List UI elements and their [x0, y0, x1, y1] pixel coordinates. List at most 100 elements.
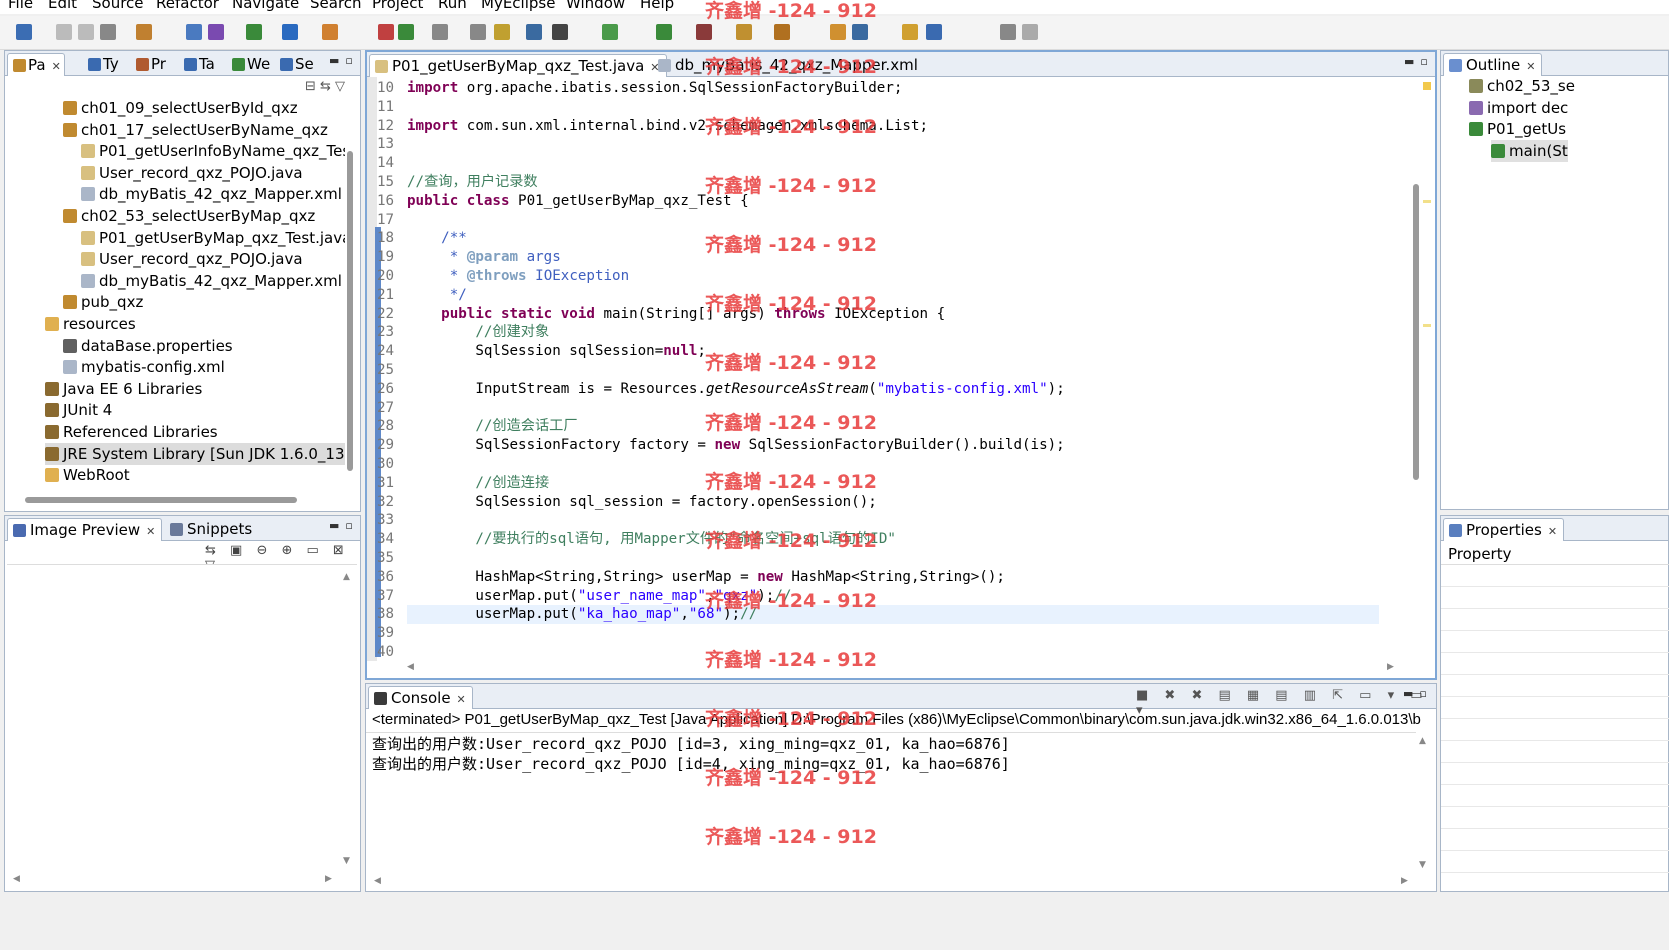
collapse-all-icon[interactable]: ⊟ ⇆ ▽	[305, 79, 345, 94]
toolbar-button-icon[interactable]	[1000, 24, 1016, 40]
tab-properties[interactable]: Properties ✕	[1443, 518, 1565, 541]
menu-run[interactable]: Run	[438, 0, 467, 12]
toolbar-button-icon[interactable]	[78, 24, 94, 40]
code-line[interactable]: * @throws IOException	[407, 267, 629, 286]
tree-item[interactable]: ch01_17_selectUserByName_qxz	[63, 119, 328, 141]
close-icon[interactable]: ✕	[457, 693, 466, 706]
toolbar-button-icon[interactable]	[736, 24, 752, 40]
toolbar-button-icon[interactable]	[246, 24, 262, 40]
tree-item[interactable]: ch01_09_selectUserById_qxz	[63, 97, 298, 119]
toolbar-button-icon[interactable]	[100, 24, 116, 40]
toolbar-button-icon[interactable]	[322, 24, 338, 40]
code-line[interactable]: public class P01_getUserByMap_qxz_Test {	[407, 192, 749, 211]
code-line[interactable]: //创造会话工厂	[407, 417, 577, 436]
menu-project[interactable]: Project	[372, 0, 423, 12]
toolbar-button-icon[interactable]	[830, 24, 846, 40]
toolbar-button-icon[interactable]	[494, 24, 510, 40]
tree-item[interactable]: Java EE 6 Libraries	[45, 378, 202, 400]
tab-ta[interactable]: Ta	[179, 53, 218, 76]
scroll-left-icon[interactable]: ◀	[407, 662, 414, 672]
toolbar-button-icon[interactable]	[432, 24, 448, 40]
menu-window[interactable]: Window	[566, 0, 625, 12]
scroll-up-icon[interactable]: ▲	[1419, 736, 1426, 746]
overview-marker[interactable]	[1423, 324, 1431, 327]
menu-source[interactable]: Source	[92, 0, 144, 12]
tab-we[interactable]: We	[227, 53, 273, 76]
tab-snippets[interactable]: Snippets	[165, 518, 258, 541]
scroll-left-icon[interactable]: ◀	[13, 874, 20, 884]
tree-item[interactable]: P01_getUserInfoByName_qxz_Test.	[81, 140, 345, 162]
code-line[interactable]: * @param args	[407, 248, 561, 267]
code-line[interactable]: SqlSession sql_session = factory.openSes…	[407, 493, 876, 512]
minimize-maximize-icons[interactable]: ▬▫	[329, 54, 359, 67]
toolbar-button-icon[interactable]	[852, 24, 868, 40]
code-line[interactable]: /**	[407, 229, 467, 248]
menu-refactor[interactable]: Refactor	[156, 0, 219, 12]
toolbar-button-icon[interactable]	[16, 24, 32, 40]
warning-overview-marker[interactable]	[1423, 82, 1431, 90]
toolbar-button-icon[interactable]	[552, 24, 568, 40]
code-line[interactable]: HashMap<String,String> userMap = new Has…	[407, 568, 1005, 587]
scroll-right-icon[interactable]: ▶	[1387, 662, 1394, 672]
scroll-right-icon[interactable]: ▶	[325, 874, 332, 884]
tab-pr[interactable]: Pr	[131, 53, 169, 76]
minimize-maximize-icons[interactable]: ▬▫	[1403, 687, 1433, 700]
menu-file[interactable]: File	[8, 0, 33, 12]
tab-console[interactable]: Console ✕	[368, 686, 473, 709]
toolbar-button-icon[interactable]	[656, 24, 672, 40]
toolbar-button-icon[interactable]	[378, 24, 394, 40]
menu-edit[interactable]: Edit	[48, 0, 77, 12]
code-line[interactable]: InputStream is = Resources.getResourceAs…	[407, 380, 1064, 399]
tab-editor-file[interactable]: P01_getUserByMap_qxz_Test.java ✕	[369, 54, 667, 77]
code-line[interactable]: //创建对象	[407, 323, 549, 342]
close-icon[interactable]: ✕	[1548, 525, 1557, 538]
scroll-down-icon[interactable]: ▼	[1419, 860, 1426, 870]
tree-item[interactable]: mybatis-config.xml	[63, 356, 225, 378]
tab-ty[interactable]: Ty	[83, 53, 122, 76]
toolbar-button-icon[interactable]	[56, 24, 72, 40]
toolbar-button-icon[interactable]	[602, 24, 618, 40]
toolbar-button-icon[interactable]	[526, 24, 542, 40]
tree-item[interactable]: JUnit 4	[45, 399, 112, 421]
toolbar-button-icon[interactable]	[470, 24, 486, 40]
tree-item[interactable]: User_record_qxz_POJO.java	[81, 162, 303, 184]
overview-marker[interactable]	[1423, 200, 1431, 203]
tree-horizontal-scrollbar[interactable]	[25, 497, 297, 503]
scroll-left-icon[interactable]: ◀	[374, 876, 381, 886]
scroll-down-icon[interactable]: ▼	[343, 856, 350, 866]
tree-item[interactable]: Referenced Libraries	[45, 421, 218, 443]
minimize-maximize-icons[interactable]: ▬▫	[1404, 55, 1434, 68]
code-line[interactable]: SqlSessionFactory factory = new SqlSessi…	[407, 436, 1064, 455]
toolbar-button-icon[interactable]	[282, 24, 298, 40]
code-editor[interactable]: 10 import org.apache.ibatis.session.SqlSe…	[367, 77, 1415, 661]
toolbar-button-icon[interactable]	[136, 24, 152, 40]
tab-outline[interactable]: Outline ✕	[1443, 53, 1543, 76]
menu-help[interactable]: Help	[640, 0, 674, 12]
scroll-up-icon[interactable]: ▲	[343, 572, 350, 582]
tree-item[interactable]: resources	[45, 313, 136, 335]
outline-item[interactable]: ch02_53_se	[1469, 75, 1575, 97]
outline-item[interactable]: P01_getUs	[1469, 118, 1566, 140]
tree-item[interactable]: pub_qxz	[63, 291, 143, 313]
toolbar-button-icon[interactable]	[1022, 24, 1038, 40]
tab-pa[interactable]: Pa ✕	[7, 53, 65, 76]
tree-vertical-scrollbar[interactable]	[347, 151, 353, 471]
close-icon[interactable]: ✕	[1526, 60, 1535, 73]
minimize-maximize-icons[interactable]: ▬▫	[329, 519, 359, 532]
toolbar-button-icon[interactable]	[774, 24, 790, 40]
tree-item[interactable]: P01_getUserByMap_qxz_Test.java	[81, 227, 345, 249]
toolbar-button-icon[interactable]	[186, 24, 202, 40]
toolbar-button-icon[interactable]	[208, 24, 224, 40]
tree-item[interactable]: dataBase.properties	[63, 335, 233, 357]
close-icon[interactable]: ✕	[146, 525, 155, 538]
tree-item[interactable]: db_myBatis_42_qxz_Mapper.xml	[81, 270, 342, 292]
tree-item[interactable]: db_myBatis_42_qxz_Mapper.xml	[81, 183, 342, 205]
editor-vertical-scrollbar[interactable]	[1413, 184, 1419, 480]
outline-item[interactable]: main(St	[1491, 139, 1568, 162]
tab-image-preview[interactable]: Image Preview ✕	[7, 518, 163, 541]
tab-se[interactable]: Se	[275, 53, 317, 76]
code-line[interactable]: SqlSession sqlSession=null;	[407, 342, 706, 361]
code-line[interactable]: import org.apache.ibatis.session.SqlSess…	[407, 79, 902, 98]
tree-item[interactable]: JRE System Library [Sun JDK 1.6.0_13]	[45, 442, 345, 465]
toolbar-button-icon[interactable]	[902, 24, 918, 40]
